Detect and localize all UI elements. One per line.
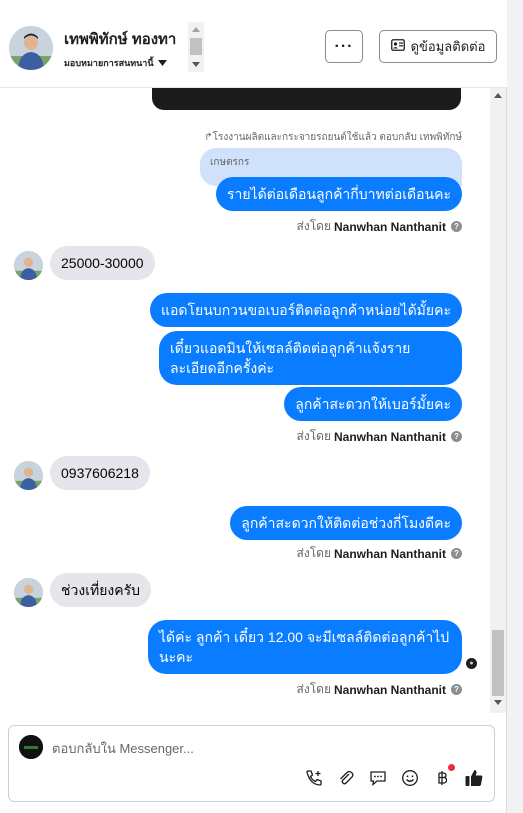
quoted-text: เกษตรกร: [210, 157, 250, 168]
info-icon[interactable]: ?: [451, 221, 462, 232]
composer-toolbar: [304, 764, 484, 788]
message-bubble-incoming[interactable]: 25000-30000: [50, 246, 155, 280]
contact-avatar-small[interactable]: [14, 461, 43, 490]
message-bubble-outgoing[interactable]: ลูกค้าสะดวกให้เบอร์มั้ยคะ: [284, 387, 462, 421]
shared-media-card[interactable]: [152, 88, 461, 110]
page-avatar: [19, 735, 43, 759]
contact-avatar-small[interactable]: [14, 578, 43, 607]
view-contact-info-button[interactable]: ดูข้อมูลติดต่อ: [379, 30, 497, 63]
reply-context-note: ↱โรงงานผลิตและกระจายรถยนต์ใช้แล้ว ตอบกลั…: [204, 132, 462, 143]
sender-name: Nanwhan Nanthanit: [333, 429, 446, 444]
message-bubble-outgoing[interactable]: ลูกค้าสะดวกให้ติดต่อช่วงกี่โมงดีคะ: [230, 506, 462, 540]
sent-by-prefix: ส่งโดย: [296, 682, 331, 696]
message-bubble-outgoing[interactable]: ได้ค่ะ ลูกค้า เดี๋ยว 12.00 จะมีเซลล์ติดต…: [148, 620, 462, 674]
notification-badge: [448, 764, 455, 771]
assign-label: มอบหมายการสนทนานี้: [64, 58, 154, 68]
sent-by-prefix: ส่งโดย: [296, 219, 331, 233]
reply-input[interactable]: [52, 738, 432, 758]
contact-button-label: ดูข้อมูลติดต่อ: [410, 39, 486, 54]
info-icon[interactable]: ?: [451, 684, 462, 695]
contact-avatar[interactable]: [9, 26, 53, 70]
scroll-down-arrow-icon[interactable]: [494, 700, 502, 705]
scroll-down-arrow-icon[interactable]: [192, 62, 200, 67]
info-icon[interactable]: ?: [451, 431, 462, 442]
info-icon[interactable]: ?: [451, 548, 462, 559]
thumbs-up-icon[interactable]: [464, 768, 484, 788]
seen-indicator-icon: ●: [466, 658, 477, 669]
paperclip-icon[interactable]: [336, 768, 356, 788]
chat-bubble-icon[interactable]: [368, 768, 388, 788]
smiley-icon[interactable]: [400, 768, 420, 788]
scroll-up-arrow-icon[interactable]: [192, 27, 200, 32]
contact-card-icon: [390, 39, 405, 54]
assign-conversation-dropdown[interactable]: มอบหมายการสนทนานี้: [64, 56, 167, 70]
more-options-button[interactable]: ···: [325, 30, 363, 63]
message-bubble-incoming[interactable]: ช่วงเที่ยงครับ: [50, 573, 152, 607]
ellipsis-icon: ···: [334, 37, 354, 55]
sender-name: Nanwhan Nanthanit: [333, 682, 446, 697]
scroll-thumb[interactable]: [190, 38, 202, 55]
thread-scrollbar[interactable]: [490, 88, 506, 713]
scroll-thumb[interactable]: [492, 630, 504, 696]
contact-name: เทพพิทักษ์ ทองทา: [64, 31, 177, 48]
conversation-header: เทพพิทักษ์ ทองทา มอบหมายการสนทนานี้ ···: [0, 0, 507, 88]
sent-by-prefix: ส่งโดย: [296, 546, 331, 560]
sent-by-line: ส่งโดย Nanwhan Nanthanit ?: [297, 544, 462, 563]
sender-name: Nanwhan Nanthanit: [333, 219, 446, 234]
sent-by-line: ส่งโดย Nanwhan Nanthanit ?: [297, 680, 462, 699]
message-bubble-outgoing[interactable]: แอดโยนบกวนขอเบอร์ติดต่อลูกค้าหน่อยได้มั้…: [149, 293, 462, 327]
sent-by-prefix: ส่งโดย: [296, 429, 331, 443]
message-bubble-incoming[interactable]: 0937606218: [50, 456, 150, 490]
contact-avatar-small[interactable]: [14, 251, 43, 280]
phone-add-icon[interactable]: [304, 768, 324, 788]
conversation-panel: เทพพิทักษ์ ทองทา มอบหมายการสนทนานี้ ···: [0, 0, 507, 813]
baht-icon[interactable]: [432, 764, 455, 788]
message-thread: ↱โรงงานผลิตและกระจายรถยนต์ใช้แล้ว ตอบกลั…: [0, 88, 490, 713]
message-bubble-outgoing[interactable]: เดี๋ยวแอดมินให้เซลล์ติดต่อลูกค้าแจ้งรายล…: [159, 331, 462, 385]
caret-down-icon: [157, 58, 167, 68]
scroll-up-arrow-icon[interactable]: [494, 93, 502, 98]
header-scrollbar[interactable]: [188, 22, 204, 72]
message-composer: [8, 725, 495, 802]
message-bubble-outgoing[interactable]: รายได้ต่อเดือนลูกค้ากี่บาทต่อเดือนคะ: [215, 177, 462, 211]
sent-by-line: ส่งโดย Nanwhan Nanthanit ?: [297, 427, 462, 446]
sender-name: Nanwhan Nanthanit: [333, 546, 446, 561]
sent-by-line: ส่งโดย Nanwhan Nanthanit ?: [297, 217, 462, 236]
